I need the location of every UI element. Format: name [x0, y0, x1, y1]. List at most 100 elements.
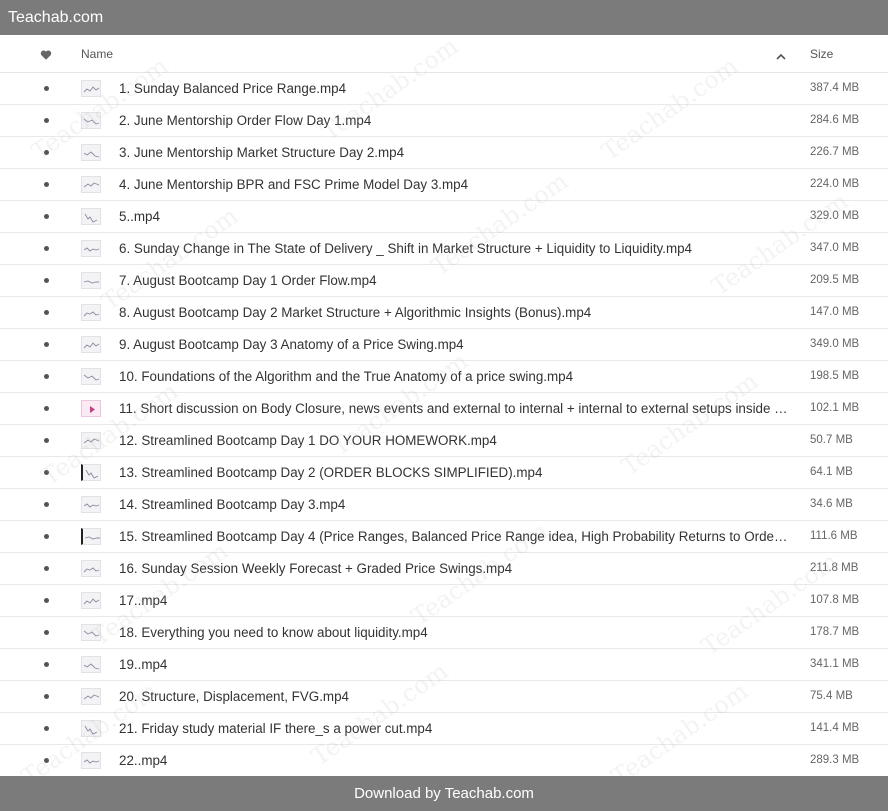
file-name[interactable]: 1. Sunday Balanced Price Range.mp4: [119, 73, 791, 104]
video-thumbnail[interactable]: [81, 112, 101, 129]
file-name[interactable]: 21. Friday study material IF there_s a p…: [119, 713, 791, 744]
bullet-icon: [44, 406, 49, 411]
video-thumbnail[interactable]: [81, 272, 101, 289]
file-row[interactable]: 22..mp4 289.3 MB: [0, 745, 888, 777]
file-row[interactable]: 11. Short discussion on Body Closure, ne…: [0, 393, 888, 425]
file-row[interactable]: 18. Everything you need to know about li…: [0, 617, 888, 649]
file-row[interactable]: 10. Foundations of the Algorithm and the…: [0, 361, 888, 393]
file-name[interactable]: 9. August Bootcamp Day 3 Anatomy of a Pr…: [119, 329, 791, 360]
video-thumbnail[interactable]: [81, 240, 101, 257]
file-size: 289.3 MB: [810, 754, 860, 766]
file-name[interactable]: 14. Streamlined Bootcamp Day 3.mp4: [119, 489, 791, 520]
bullet-icon: [44, 278, 49, 283]
bullet-icon: [44, 630, 49, 635]
file-name[interactable]: 7. August Bootcamp Day 1 Order Flow.mp4: [119, 265, 791, 296]
file-name[interactable]: 4. June Mentorship BPR and FSC Prime Mod…: [119, 169, 791, 200]
file-row[interactable]: 16. Sunday Session Weekly Forecast + Gra…: [0, 553, 888, 585]
file-row[interactable]: 19..mp4 341.1 MB: [0, 649, 888, 681]
file-row[interactable]: 15. Streamlined Bootcamp Day 4 (Price Ra…: [0, 521, 888, 553]
video-thumbnail[interactable]: [81, 368, 101, 385]
video-thumbnail[interactable]: [81, 752, 101, 769]
file-row[interactable]: 12. Streamlined Bootcamp Day 1 DO YOUR H…: [0, 425, 888, 457]
video-thumbnail[interactable]: [81, 528, 101, 545]
file-row[interactable]: 2. June Mentorship Order Flow Day 1.mp4 2…: [0, 105, 888, 137]
file-name[interactable]: 20. Structure, Displacement, FVG.mp4: [119, 681, 791, 712]
heart-icon[interactable]: [40, 48, 52, 60]
video-thumbnail[interactable]: [81, 208, 101, 225]
file-list-header: Name Size: [0, 35, 888, 73]
bullet-icon: [44, 118, 49, 123]
file-size: 224.0 MB: [810, 178, 860, 190]
video-thumbnail[interactable]: [81, 688, 101, 705]
file-row[interactable]: 14. Streamlined Bootcamp Day 3.mp4 34.6 M…: [0, 489, 888, 521]
file-size: 107.8 MB: [810, 594, 860, 606]
bullet-icon: [44, 534, 49, 539]
file-size: 349.0 MB: [810, 338, 860, 350]
file-row[interactable]: 9. August Bootcamp Day 3 Anatomy of a Pr…: [0, 329, 888, 361]
file-name[interactable]: 15. Streamlined Bootcamp Day 4 (Price Ra…: [119, 521, 791, 552]
video-thumbnail[interactable]: [81, 336, 101, 353]
video-thumbnail[interactable]: [81, 720, 101, 737]
file-row[interactable]: 13. Streamlined Bootcamp Day 2 (ORDER BL…: [0, 457, 888, 489]
file-size: 209.5 MB: [810, 274, 860, 286]
file-size: 178.7 MB: [810, 626, 860, 638]
video-thumbnail[interactable]: [81, 496, 101, 513]
file-name[interactable]: 6. Sunday Change in The State of Deliver…: [119, 233, 791, 264]
bottom-banner: Download by Teachab.com: [0, 776, 888, 811]
file-name[interactable]: 12. Streamlined Bootcamp Day 1 DO YOUR H…: [119, 425, 791, 456]
video-thumbnail[interactable]: [81, 80, 101, 97]
bullet-icon: [44, 438, 49, 443]
file-size: 102.1 MB: [810, 402, 860, 414]
file-name[interactable]: 16. Sunday Session Weekly Forecast + Gra…: [119, 553, 791, 584]
video-thumbnail[interactable]: [81, 432, 101, 449]
file-size: 141.4 MB: [810, 722, 860, 734]
file-row[interactable]: 6. Sunday Change in The State of Deliver…: [0, 233, 888, 265]
file-row[interactable]: 5..mp4 329.0 MB: [0, 201, 888, 233]
file-name[interactable]: 5..mp4: [119, 201, 791, 232]
file-name[interactable]: 13. Streamlined Bootcamp Day 2 (ORDER BL…: [119, 457, 791, 488]
file-size: 347.0 MB: [810, 242, 860, 254]
file-row[interactable]: 7. August Bootcamp Day 1 Order Flow.mp4 2…: [0, 265, 888, 297]
video-thumbnail[interactable]: [81, 560, 101, 577]
bullet-icon: [44, 662, 49, 667]
file-name[interactable]: 17..mp4: [119, 585, 791, 616]
video-play-icon[interactable]: [81, 400, 101, 417]
file-row[interactable]: 21. Friday study material IF there_s a p…: [0, 713, 888, 745]
video-thumbnail[interactable]: [81, 592, 101, 609]
file-list: Name Size 1. Sunday Balanced Price Range…: [0, 35, 888, 777]
file-size: 111.6 MB: [810, 530, 858, 542]
video-thumbnail[interactable]: [81, 304, 101, 321]
file-row[interactable]: 4. June Mentorship BPR and FSC Prime Mod…: [0, 169, 888, 201]
file-name[interactable]: 18. Everything you need to know about li…: [119, 617, 791, 648]
file-name[interactable]: 19..mp4: [119, 649, 791, 680]
name-column-header[interactable]: Name: [81, 35, 113, 73]
file-row[interactable]: 1. Sunday Balanced Price Range.mp4 387.4 …: [0, 73, 888, 105]
video-thumbnail[interactable]: [81, 464, 101, 481]
file-name[interactable]: 22..mp4: [119, 745, 791, 776]
file-name[interactable]: 10. Foundations of the Algorithm and the…: [119, 361, 791, 392]
bullet-icon: [44, 150, 49, 155]
video-thumbnail[interactable]: [81, 144, 101, 161]
chevron-up-icon[interactable]: [775, 49, 787, 60]
video-thumbnail[interactable]: [81, 624, 101, 641]
file-name[interactable]: 11. Short discussion on Body Closure, ne…: [119, 393, 791, 424]
file-name[interactable]: 3. June Mentorship Market Structure Day …: [119, 137, 791, 168]
file-size: 147.0 MB: [810, 306, 860, 318]
bullet-icon: [44, 598, 49, 603]
video-thumbnail[interactable]: [81, 656, 101, 673]
size-column-header[interactable]: Size: [810, 35, 833, 73]
file-name[interactable]: 2. June Mentorship Order Flow Day 1.mp4: [119, 105, 791, 136]
file-row[interactable]: 3. June Mentorship Market Structure Day …: [0, 137, 888, 169]
file-row[interactable]: 20. Structure, Displacement, FVG.mp4 75.4…: [0, 681, 888, 713]
file-row[interactable]: 8. August Bootcamp Day 2 Market Structur…: [0, 297, 888, 329]
file-size: 284.6 MB: [810, 114, 860, 126]
file-size: 198.5 MB: [810, 370, 860, 382]
bullet-icon: [44, 182, 49, 187]
file-name[interactable]: 8. August Bootcamp Day 2 Market Structur…: [119, 297, 791, 328]
file-size: 329.0 MB: [810, 210, 860, 222]
bullet-icon: [44, 86, 49, 91]
video-thumbnail[interactable]: [81, 176, 101, 193]
file-size: 75.4 MB: [810, 690, 853, 702]
file-row[interactable]: 17..mp4 107.8 MB: [0, 585, 888, 617]
bullet-icon: [44, 246, 49, 251]
